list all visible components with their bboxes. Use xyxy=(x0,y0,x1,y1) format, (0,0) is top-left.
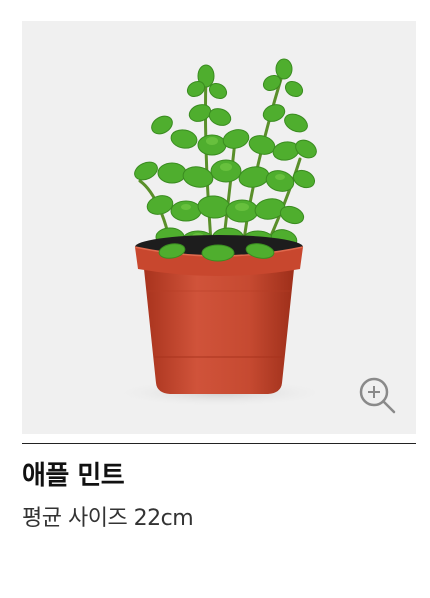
product-name: 애플 민트 xyxy=(22,461,125,491)
product-card: 애플 민트 평균 사이즈 22cm xyxy=(0,0,430,598)
product-image[interactable] xyxy=(22,21,416,434)
divider xyxy=(22,443,416,444)
apple-mint-plant-image xyxy=(110,58,330,407)
zoom-button[interactable] xyxy=(358,376,398,416)
zoom-in-icon xyxy=(359,377,396,414)
product-size: 평균 사이즈 22cm xyxy=(22,506,194,531)
